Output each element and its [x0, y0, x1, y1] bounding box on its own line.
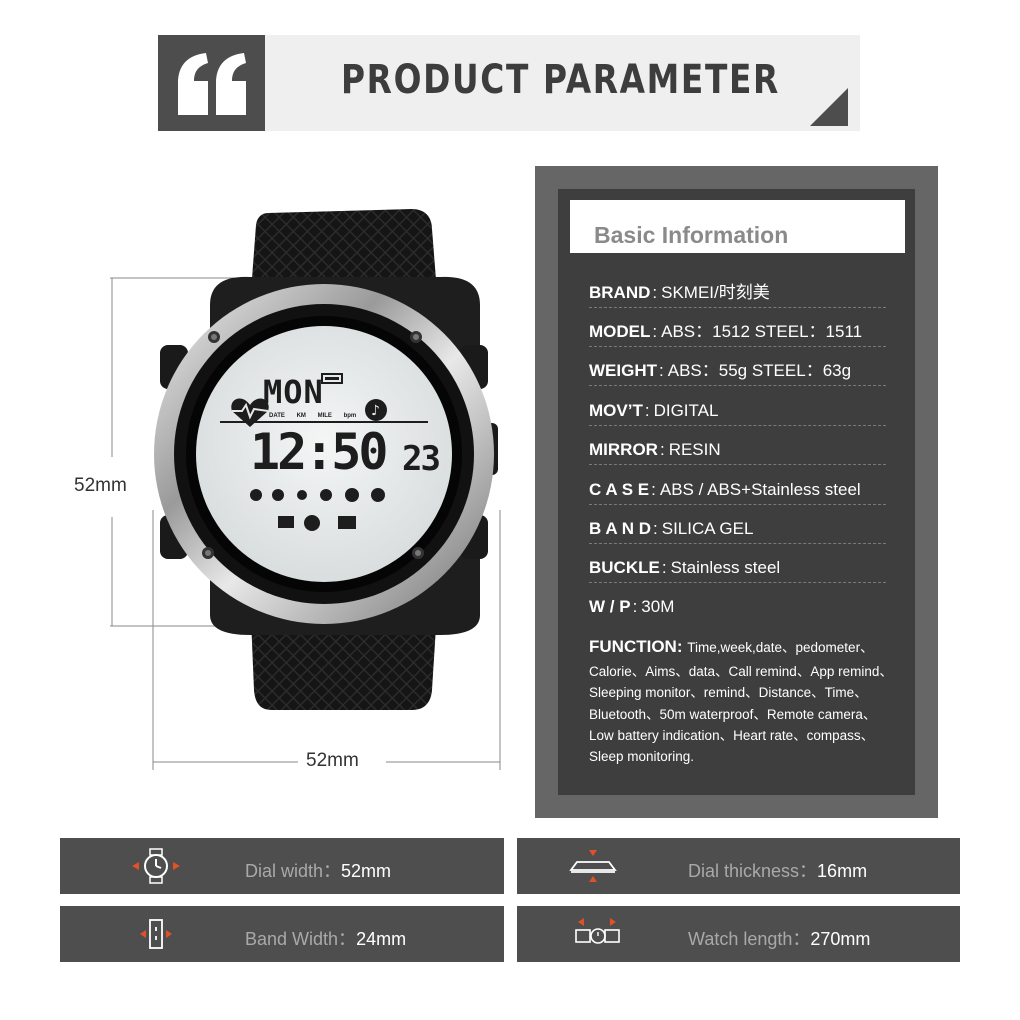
spec-band-width: Band Width：24mm	[60, 906, 504, 962]
spec-label: Band Width：	[245, 929, 357, 949]
basic-info-title: Basic Information	[594, 222, 789, 248]
spec-value: 16mm	[817, 861, 868, 881]
spec-value: 24mm	[356, 929, 407, 949]
spec-dial-thickness: Dial thickness：16mm	[517, 838, 960, 894]
watch-length-icon	[575, 918, 620, 944]
band-width-icon	[140, 919, 172, 949]
dial-width-icon	[132, 848, 180, 884]
function-line: Time,week,date、pedometer、	[687, 640, 874, 655]
page-title: PRODUCT PARAMETER	[341, 57, 780, 103]
spec-value: 52mm	[341, 861, 392, 881]
spec-label: Watch length：	[688, 929, 811, 949]
function-line: Calorie、Aims、data、Call remind、App remind…	[589, 664, 893, 679]
svg-text:♪: ♪	[371, 403, 380, 419]
lcd-seconds: 23	[402, 439, 441, 479]
spec-label: Dial thickness：	[688, 861, 818, 881]
dial-thickness-icon	[569, 850, 617, 882]
function-block: FUNCTION: Time,week,date、pedometer、 Calo…	[589, 634, 894, 767]
info-row-weight: WEIGHT: ABS：55g STEEL：63g	[589, 358, 886, 386]
info-row-movement: MOV’T: DIGITAL	[589, 398, 886, 426]
spec-value: 270mm	[810, 929, 871, 949]
corner-triangle-icon	[810, 88, 848, 126]
spec-dial-width: Dial width：52mm	[60, 838, 504, 894]
height-dimension-label: 52mm	[70, 475, 131, 497]
function-label: FUNCTION	[589, 637, 677, 656]
info-row-mirror: MIRROR: RESIN	[589, 437, 886, 465]
watch-illustration: ♪ MON DATE KM MILE bpm 12:50 23 52mm 52m…	[60, 195, 520, 795]
basic-info-header: Basic Information	[570, 200, 905, 253]
info-row-model: MODEL: ABS：1512 STEEL：1511	[589, 319, 886, 347]
function-line: Bluetooth、50m waterproof、Remote camera、	[589, 706, 877, 722]
info-row-buckle: BUCKLE: Stainless steel	[589, 555, 886, 583]
spec-watch-length: Watch length：270mm	[517, 906, 960, 962]
quote-icon	[158, 35, 265, 131]
lcd-labels: DATE KM MILE bpm	[269, 413, 357, 419]
info-row-case: C A S E: ABS / ABS+Stainless steel	[589, 477, 886, 505]
header-banner: PRODUCT PARAMETER	[158, 35, 860, 131]
lcd-day: MON	[263, 373, 324, 411]
function-line: Sleep monitoring.	[589, 749, 695, 765]
spec-label: Dial width：	[245, 861, 342, 881]
info-row-water-resistance: W / P:30M	[589, 597, 675, 616]
function-line: Low battery indication、Heart rate、compas…	[589, 727, 875, 743]
lcd-time: 12:50	[250, 423, 389, 481]
width-dimension-label: 52mm	[302, 750, 363, 772]
info-row-brand: BRAND: SKMEI/时刻美	[589, 280, 886, 308]
function-line: Sleeping monitor、remind、Distance、Time、	[589, 685, 868, 701]
info-row-band: B A N D: SILICA GEL	[589, 516, 886, 544]
